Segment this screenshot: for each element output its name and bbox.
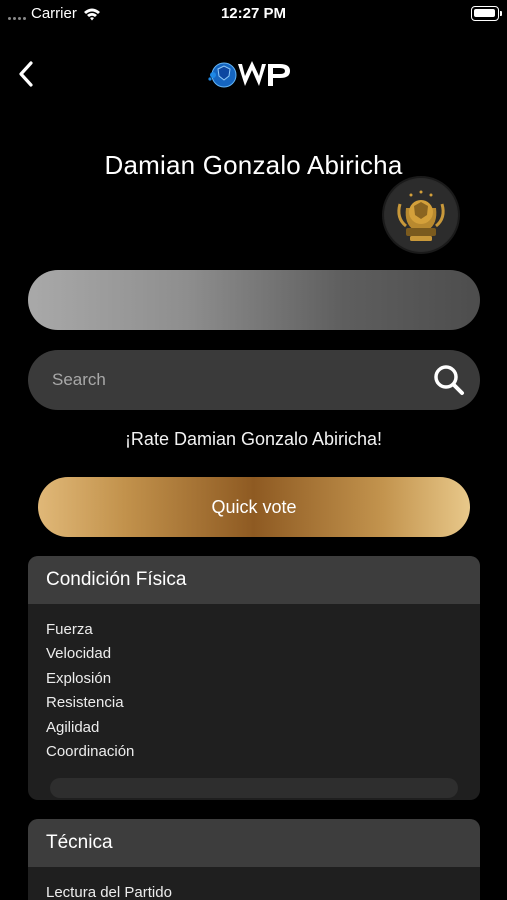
player-name-title: Damian Gonzalo Abiricha [104,150,403,180]
chevron-left-icon [19,61,33,87]
section-condicion-fisica: Condición Física Fuerza Velocidad Explos… [28,556,480,800]
clock-label: 12:27 PM [220,5,287,22]
back-button[interactable] [12,56,40,92]
status-bar: Carrier 12:27 PM [0,0,507,28]
section-header[interactable]: Condición Física [28,556,480,604]
search-input[interactable] [52,350,422,410]
attribute-item[interactable]: Velocidad [46,642,462,666]
search-bar [28,350,480,410]
trophy-badge-icon [384,178,458,252]
search-icon[interactable] [432,363,466,397]
section-body: Fuerza Velocidad Explosión Resistencia A… [28,604,480,799]
horizontal-scrollbar[interactable] [50,778,458,799]
attribute-item[interactable]: Lectura del Partido [46,881,462,900]
attribute-item[interactable]: Explosión [46,667,462,691]
attribute-item[interactable]: Fuerza [46,618,462,642]
battery-icon [471,6,502,21]
section-body: Lectura del Partido [28,867,480,900]
quick-vote-button[interactable]: Quick vote [38,477,470,537]
section-header[interactable]: Técnica [28,819,480,867]
section-tecnica: Técnica Lectura del Partido [28,819,480,900]
attribute-item[interactable]: Coordinación [46,740,462,764]
attribute-item[interactable]: Agilidad [46,716,462,740]
rate-prompt: ¡Rate Damian Gonzalo Abiricha! [124,429,383,449]
app-logo [208,61,290,88]
rating-gradient-bar [28,270,480,330]
player-rating-screen: Carrier 12:27 PM Damian Gonzalo Abiricha [0,0,507,900]
attribute-item[interactable]: Resistencia [46,691,462,715]
